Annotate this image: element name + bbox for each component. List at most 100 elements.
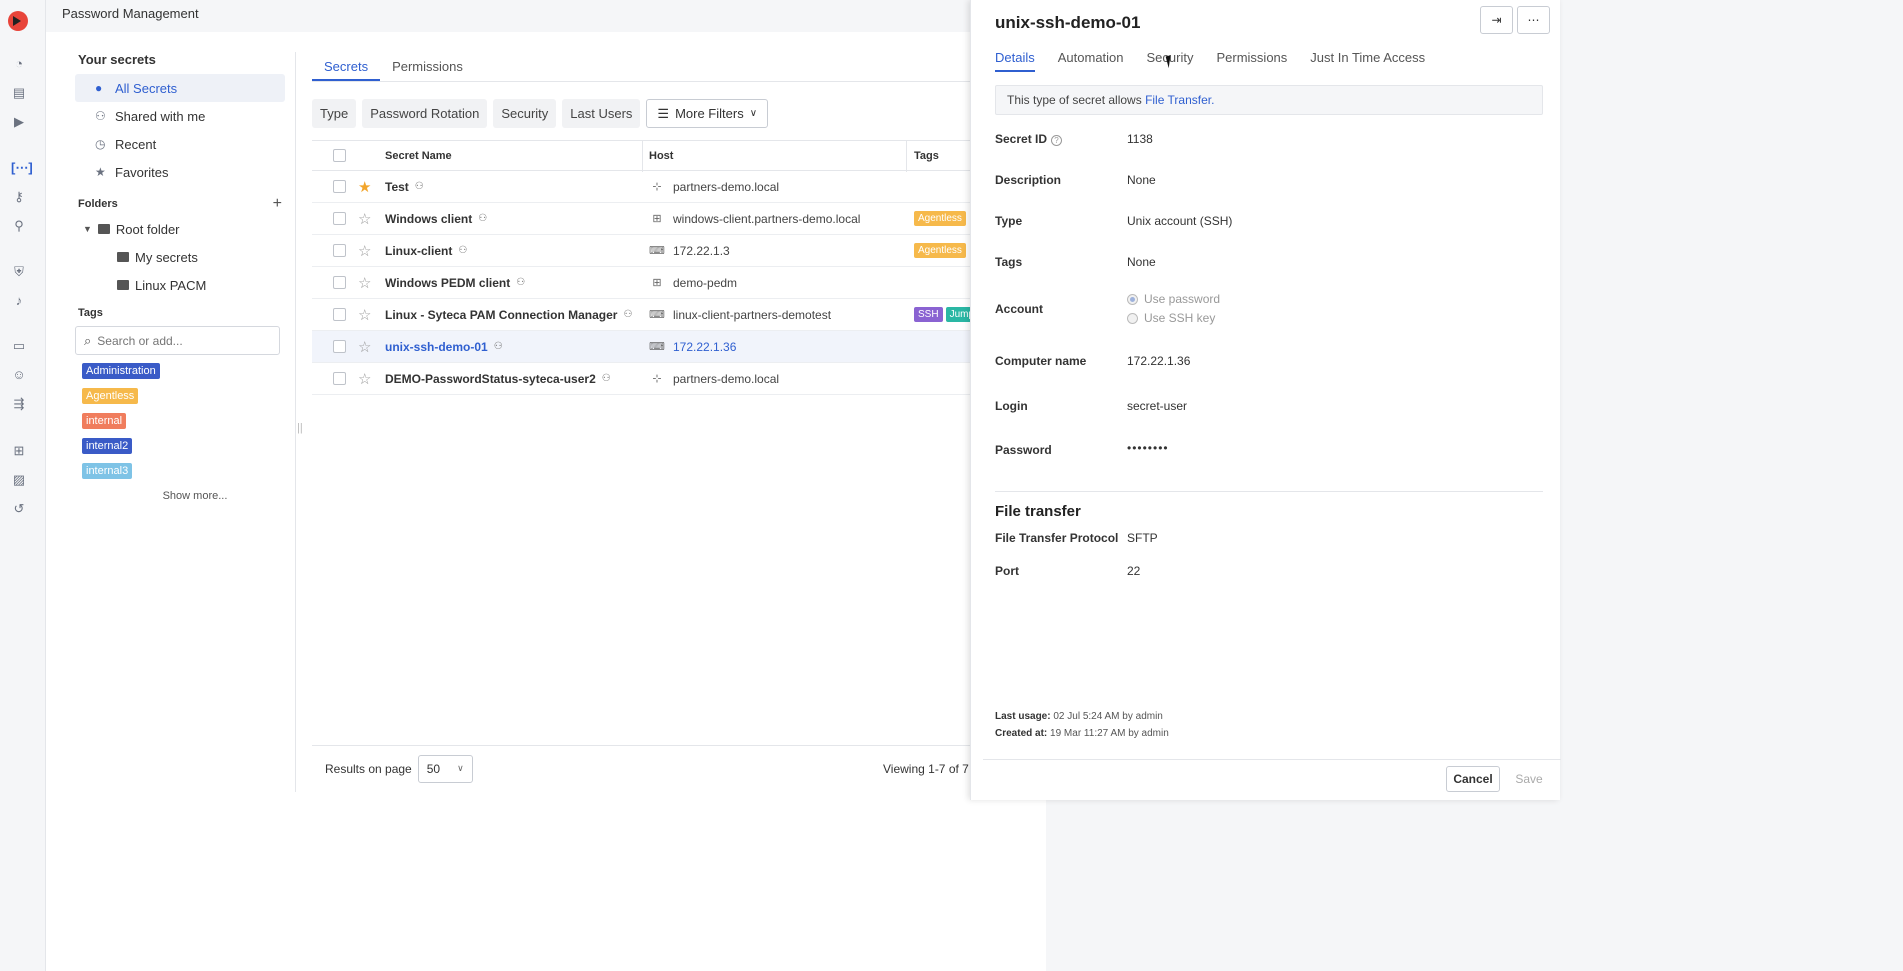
favorite-star-icon[interactable]: ☆ — [358, 242, 371, 260]
row-checkbox[interactable] — [333, 212, 346, 225]
tab-details[interactable]: Details — [995, 44, 1035, 72]
sidebar-item-favorites[interactable]: ★ Favorites — [75, 158, 285, 186]
play-icon[interactable]: ▶ — [11, 114, 27, 130]
favorite-star-icon[interactable]: ★ — [358, 178, 371, 196]
tag-chip[interactable]: internal — [82, 413, 127, 429]
sitemap-icon[interactable]: ⊞ — [11, 443, 27, 459]
host-cell: ⌨ 172.22.1.3 — [649, 244, 730, 258]
secret-name-text: unix-ssh-demo-01 — [385, 339, 488, 354]
table-row[interactable]: ★ Test ⚇ ⊹ partners-demo.local — [312, 171, 1002, 203]
row-checkbox[interactable] — [333, 308, 346, 321]
tab-permissions[interactable]: Permissions — [380, 52, 475, 81]
resize-handle-icon[interactable]: || — [297, 422, 303, 434]
sidebar-item-label: Shared with me — [115, 108, 206, 124]
cancel-button[interactable]: Cancel — [1446, 766, 1500, 792]
document-icon[interactable]: ▤ — [11, 85, 27, 101]
filter-password-rotation-button[interactable]: Password Rotation — [362, 99, 488, 128]
shield-icon[interactable]: ⛨ — [11, 264, 27, 280]
results-per-page-select[interactable]: 50 ∨ — [417, 754, 473, 783]
secret-name[interactable]: DEMO-PasswordStatus-syteca-user2 ⚇ — [385, 372, 611, 386]
secret-name[interactable]: Linux - Syteca PAM Connection Manager ⚇ — [385, 308, 632, 322]
table-row[interactable]: ☆ unix-ssh-demo-01 ⚇ ⌨ 172.22.1.36 — [312, 331, 1002, 363]
filter-icon: ☰ — [657, 105, 670, 121]
column-header-secret-name[interactable]: Secret Name — [385, 150, 452, 162]
tag-chip[interactable]: internal3 — [82, 463, 133, 479]
tab-just-in-time-access[interactable]: Just In Time Access — [1310, 44, 1425, 72]
more-filters-button[interactable]: ☰ More Filters ∨ — [646, 99, 769, 128]
row-checkbox[interactable] — [333, 340, 346, 353]
favorite-star-icon[interactable]: ☆ — [358, 370, 371, 388]
host-cell: ⌨ 172.22.1.36 — [649, 340, 736, 354]
use-ssh-key-radio[interactable]: Use SSH key — [1127, 311, 1215, 325]
secrets-icon[interactable]: [⋯] — [11, 160, 33, 176]
show-more-link[interactable]: Show more... — [75, 490, 285, 502]
sidebar-item-all-secrets[interactable]: ● All Secrets — [75, 74, 285, 102]
secrets-table: Secret Name Host Tags ★ Test ⚇ ⊹ partners-de… — [312, 140, 1002, 395]
chart-icon[interactable]: ▨ — [11, 472, 27, 488]
folder-root[interactable]: ▼ Root folder — [75, 215, 285, 243]
radio-selected-icon[interactable] — [1127, 293, 1138, 305]
app-title: Password Management — [62, 6, 199, 21]
key-icon[interactable]: ⚷ — [11, 189, 27, 205]
login-value: secret-user — [1127, 399, 1188, 413]
filter-type-button[interactable]: Type — [312, 99, 357, 128]
file-transfer-link[interactable]: File Transfer. — [1145, 93, 1214, 107]
table-row[interactable]: ☆ Windows client ⚇ ⊞ windows-client.partners… — [312, 203, 1002, 235]
use-password-radio[interactable]: Use password — [1127, 292, 1220, 306]
chevron-down-icon: ∨ — [457, 763, 464, 773]
collapse-drawer-button[interactable]: ⇥ — [1480, 6, 1513, 34]
secret-name[interactable]: Windows client ⚇ — [385, 212, 487, 226]
row-checkbox[interactable] — [333, 372, 346, 385]
tag-search-input[interactable] — [97, 333, 258, 348]
last-usage: Last usage: 02 Jul 5:24 AM by admin — [995, 711, 1163, 722]
save-button[interactable]: Save — [1511, 766, 1547, 792]
secret-name[interactable]: unix-ssh-demo-01 ⚇ — [385, 340, 503, 354]
table-row[interactable]: ☆ Linux - Syteca PAM Connection Manager ⚇ ⌨… — [312, 299, 1002, 331]
column-header-host[interactable]: Host — [649, 150, 673, 162]
column-header-tags[interactable]: Tags — [914, 150, 939, 162]
history-icon[interactable]: ↺ — [11, 501, 27, 517]
row-checkbox[interactable] — [333, 244, 346, 257]
tag-chip[interactable]: internal2 — [82, 438, 133, 454]
filter-last-users-button[interactable]: Last Users — [562, 99, 641, 128]
radio-unselected-icon[interactable] — [1127, 312, 1138, 324]
secret-name[interactable]: Windows PEDM client ⚇ — [385, 276, 525, 290]
protocol-label: File Transfer Protocol — [995, 531, 1119, 545]
folder-linux-pacm[interactable]: Linux PACM — [75, 271, 285, 299]
favorite-star-icon[interactable]: ☆ — [358, 210, 371, 228]
table-row[interactable]: ☆ DEMO-PasswordStatus-syteca-user2 ⚇ ⊹ partn… — [312, 363, 1002, 395]
dashboard-icon[interactable]: ◔ — [11, 56, 27, 72]
tab-automation[interactable]: Automation — [1058, 44, 1124, 72]
secret-name[interactable]: Test ⚇ — [385, 180, 424, 194]
filter-security-button[interactable]: Security — [493, 99, 557, 128]
row-checkbox[interactable] — [333, 276, 346, 289]
secret-name[interactable]: Linux-client ⚇ — [385, 244, 467, 258]
select-all-checkbox[interactable] — [333, 149, 346, 162]
description-value: None — [1127, 173, 1156, 187]
usb-icon[interactable]: ⇶ — [11, 396, 27, 412]
person-icon[interactable]: ☺ — [11, 367, 27, 383]
pane-divider — [295, 52, 296, 792]
help-icon[interactable]: ? — [1051, 135, 1063, 146]
caret-down-icon[interactable]: ▼ — [83, 224, 92, 234]
tab-secrets[interactable]: Secrets — [312, 52, 381, 81]
add-folder-icon[interactable]: + — [273, 195, 282, 213]
user-key-icon[interactable]: ⚲ — [11, 218, 27, 234]
favorite-star-icon[interactable]: ☆ — [358, 338, 371, 356]
more-actions-button[interactable]: ⋯ — [1517, 6, 1550, 34]
sidebar-item-shared-with-me[interactable]: ⚇ Shared with me — [75, 102, 285, 130]
bell-icon[interactable]: ♪ — [11, 293, 27, 309]
folder-my-secrets[interactable]: My secrets — [75, 243, 285, 271]
monitor-icon[interactable]: ▭ — [11, 338, 27, 354]
tab-permissions[interactable]: Permissions — [1216, 44, 1287, 72]
app-logo-icon[interactable] — [8, 11, 28, 31]
tag-chip[interactable]: Administration — [82, 363, 160, 379]
tag-search[interactable]: ⌕ — [75, 326, 280, 355]
favorite-star-icon[interactable]: ☆ — [358, 306, 371, 324]
row-checkbox[interactable] — [333, 180, 346, 193]
table-row[interactable]: ☆ Linux-client ⚇ ⌨ 172.22.1.3 Agentless — [312, 235, 1002, 267]
favorite-star-icon[interactable]: ☆ — [358, 274, 371, 292]
table-row[interactable]: ☆ Windows PEDM client ⚇ ⊞ demo-pedm — [312, 267, 1002, 299]
sidebar-item-recent[interactable]: ◷ Recent — [75, 130, 285, 158]
tag-chip[interactable]: Agentless — [82, 388, 139, 404]
